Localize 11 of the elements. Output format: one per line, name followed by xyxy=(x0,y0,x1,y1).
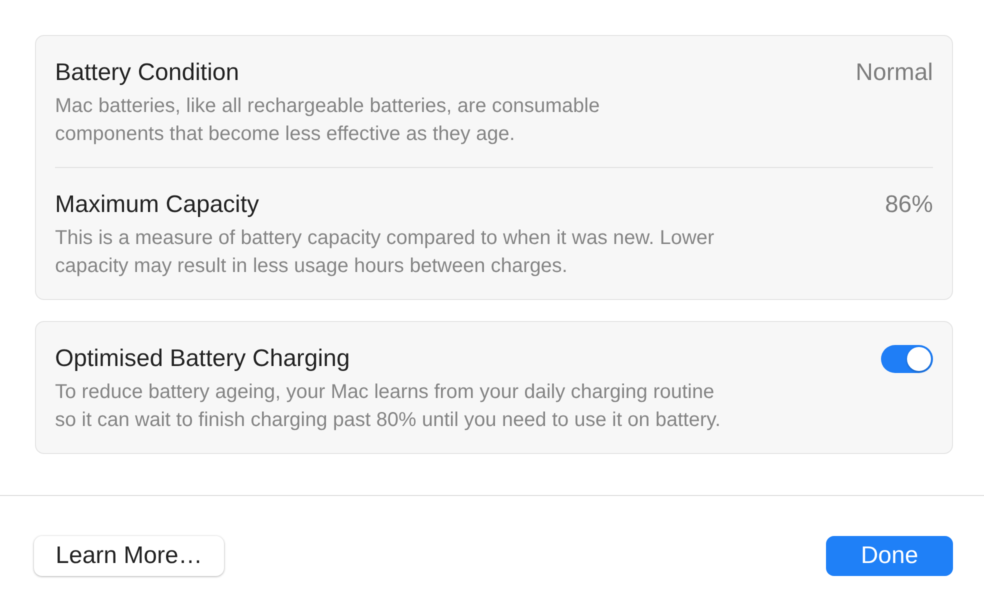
setting-title: Optimised Battery Charging xyxy=(55,344,350,374)
setting-description: Mac batteries, like all rechargeable batteries, are consumable components that become less effective as they age. xyxy=(55,94,600,147)
setting-value: 86% xyxy=(884,190,933,220)
learn-more-button[interactable]: Learn More… xyxy=(34,536,224,576)
setting-title: Battery Condition xyxy=(55,58,240,88)
done-button[interactable]: Done xyxy=(826,536,953,576)
setting-value: Normal xyxy=(856,58,933,88)
setting-title: Maximum Capacity xyxy=(55,190,260,220)
setting-description: This is a measure of battery capacity compared to when it was new. Lower capacity may result in less usage hours between charges. xyxy=(55,226,714,279)
setting-description: To reduce battery ageing, your Mac learns from your daily charging routine so it can wait to finish charging past 80% until you need to use it on battery. xyxy=(55,380,721,433)
toggle-switch[interactable] xyxy=(881,345,933,373)
